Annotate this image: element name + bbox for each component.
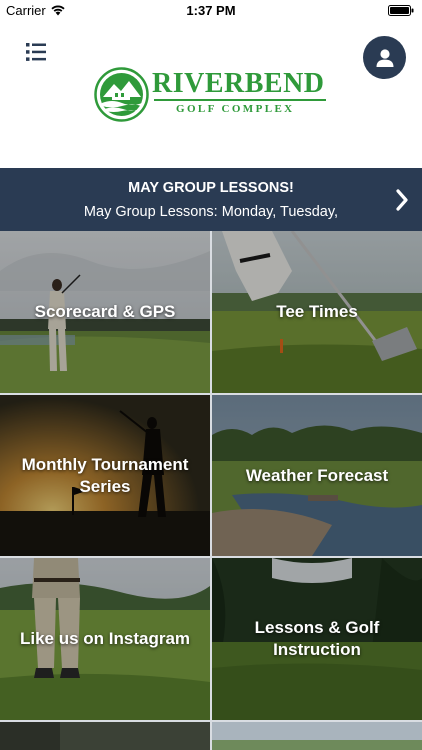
chevron-right-icon[interactable] (394, 188, 410, 212)
tile-label: Like us on Instagram (19, 629, 191, 648)
tile-tee-times[interactable]: Tee Times (212, 231, 422, 393)
menu-grid: Scorecard & GPS Tee Times Monthly Tourna… (0, 231, 422, 750)
tile-label: Weather Forecast (245, 465, 389, 485)
partial-photo (212, 722, 422, 750)
app-header: RIVERBEND GOLF COMPLEX (0, 22, 422, 168)
battery-icon (388, 5, 414, 16)
tile-label: Scorecard & GPS (34, 302, 176, 321)
riverbend-logo: RIVERBEND GOLF COMPLEX (94, 67, 334, 125)
tile-instagram[interactable]: Like us on Instagram (0, 558, 210, 720)
tile-weather-forecast[interactable]: Weather Forecast (212, 395, 422, 556)
logo-name: RIVERBEND (152, 68, 325, 99)
tile-label: Lessons & Golf Instruction (254, 618, 380, 659)
clock: 1:37 PM (186, 3, 236, 18)
logo-emblem-icon (94, 67, 149, 122)
user-icon (376, 48, 393, 67)
banner-title: MAY GROUP LESSONS! (128, 180, 294, 196)
partial-photo (0, 722, 210, 750)
tile-scorecard-gps[interactable]: Scorecard & GPS (0, 231, 210, 393)
announcement-banner[interactable]: MAY GROUP LESSONS! May Group Lessons: Mo… (0, 168, 422, 231)
tile-partial-left[interactable] (0, 722, 210, 750)
logo-subtitle: GOLF COMPLEX (176, 103, 295, 115)
tile-label: Monthly Tournament Series (21, 454, 189, 496)
logo-divider (154, 99, 326, 101)
profile-button[interactable] (363, 36, 406, 79)
tile-label: Tee Times (276, 302, 358, 321)
status-bar: Carrier 1:37 PM (0, 0, 422, 22)
tile-monthly-tournament-series[interactable]: Monthly Tournament Series (0, 395, 210, 556)
tile-partial-right[interactable] (212, 722, 422, 750)
tile-lessons-instruction[interactable]: Lessons & Golf Instruction (212, 558, 422, 720)
list-menu-icon[interactable] (22, 40, 50, 64)
banner-text: May Group Lessons: Monday, Tuesday, (83, 204, 339, 220)
